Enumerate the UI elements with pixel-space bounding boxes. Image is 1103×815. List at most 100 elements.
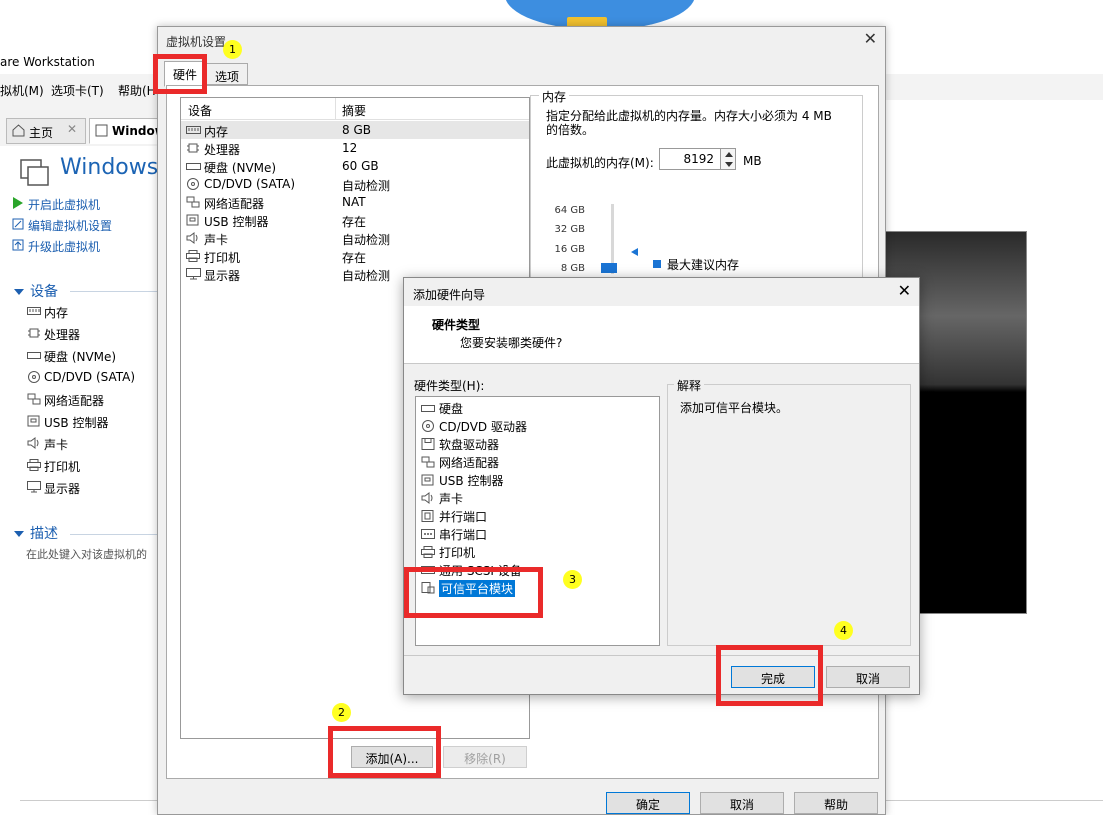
spin-down-icon[interactable] xyxy=(725,162,733,167)
usb-icon xyxy=(186,214,199,226)
row-device: 内存 xyxy=(204,125,229,139)
table-row[interactable]: 声卡 自动检测 xyxy=(181,229,529,247)
cd-icon xyxy=(187,178,199,190)
list-item-label: 软盘驱动器 xyxy=(439,438,500,452)
list-item-label: 串行端口 xyxy=(439,528,488,542)
memory-slider-thumb[interactable] xyxy=(601,263,617,273)
upgrade-icon xyxy=(12,239,24,251)
column-header-summary[interactable]: 摘要 xyxy=(342,102,366,119)
printer-icon xyxy=(27,459,41,471)
usb-icon xyxy=(421,474,434,486)
edit-icon xyxy=(12,218,24,230)
row-device: 网络适配器 xyxy=(204,197,265,211)
table-row[interactable]: 硬盘 (NVMe) 60 GB xyxy=(181,157,529,175)
list-item-label: 可信平台模块 xyxy=(439,580,516,597)
table-row[interactable]: CD/DVD (SATA) 自动检测 xyxy=(181,175,529,193)
home-icon xyxy=(12,124,25,137)
wizard-header-subtitle: 您要安装哪类硬件? xyxy=(460,336,563,350)
menu-vm[interactable]: 拟机(M) xyxy=(0,82,44,99)
explanation-group: 解释 添加可信平台模块。 xyxy=(667,377,911,646)
column-header-device[interactable]: 设备 xyxy=(188,102,212,119)
row-summary: 存在 xyxy=(342,251,367,265)
parallel-port-icon xyxy=(421,510,434,522)
row-summary: 60 GB xyxy=(342,159,379,173)
table-row[interactable]: USB 控制器 存在 xyxy=(181,211,529,229)
close-icon[interactable]: ✕ xyxy=(864,29,877,48)
row-summary: 自动检测 xyxy=(342,179,391,193)
display-icon xyxy=(27,481,41,493)
hardware-type-list[interactable]: 硬盘 CD/DVD 驱动器 软盘驱动器 网络适配器 USB 控制器 声卡 并行端… xyxy=(415,396,660,646)
wizard-cancel-button[interactable]: 取消 xyxy=(826,666,910,688)
help-button[interactable]: 帮助 xyxy=(794,792,878,814)
scale-label: 32 GB xyxy=(554,224,585,235)
list-item-label: USB 控制器 xyxy=(439,474,504,488)
sound-icon xyxy=(421,492,433,504)
table-row[interactable]: 处理器 12 xyxy=(181,139,529,157)
device-label: CD/DVD (SATA) xyxy=(44,370,136,384)
close-icon[interactable]: ✕ xyxy=(898,281,911,300)
row-device: 打印机 xyxy=(204,251,241,265)
spin-up-icon[interactable] xyxy=(725,152,733,157)
step-badge: 4 xyxy=(834,621,853,640)
memory-description: 指定分配给此虚拟机的内存量。内存大小必须为 4 MB 的倍数。 xyxy=(546,109,832,137)
row-device: 声卡 xyxy=(204,233,229,247)
max-recommended-label: 最大建议内存 xyxy=(667,258,740,272)
add-button[interactable]: 添加(A)... xyxy=(351,746,433,768)
ok-button[interactable]: 确定 xyxy=(606,792,690,814)
divider xyxy=(404,655,919,656)
finish-button[interactable]: 完成 xyxy=(731,666,815,688)
cancel-button[interactable]: 取消 xyxy=(700,792,784,814)
disk-icon xyxy=(421,405,435,412)
window-title-text: are Workstation xyxy=(0,55,95,69)
hardware-type-label: 硬件类型(H): xyxy=(414,379,485,393)
list-item-label: CD/DVD 驱动器 xyxy=(439,420,527,434)
edit-settings-command[interactable]: 编辑虚拟机设置 xyxy=(12,217,112,234)
disk-icon xyxy=(27,352,41,359)
remove-button[interactable]: 移除(R) xyxy=(443,746,527,768)
description-field[interactable]: 在此处键入对该虚拟机的 xyxy=(26,546,147,562)
cpu-icon xyxy=(187,143,199,153)
table-row[interactable]: 内存 8 GB xyxy=(181,121,529,139)
menu-help[interactable]: 帮助(H xyxy=(118,82,156,99)
list-item-label: 声卡 xyxy=(439,492,464,506)
memory-icon xyxy=(186,126,201,134)
divider xyxy=(70,291,157,292)
cpu-icon xyxy=(28,328,40,338)
sound-icon xyxy=(27,437,39,449)
tab-hardware[interactable]: 硬件 xyxy=(164,61,207,87)
row-device: 显示器 xyxy=(204,269,241,283)
column-separator xyxy=(335,98,336,120)
tab-home[interactable]: 主页 ✕ xyxy=(6,118,86,144)
table-row[interactable]: 网络适配器 NAT xyxy=(181,193,529,211)
vm-large-icon xyxy=(20,159,49,186)
table-row[interactable]: 打印机 存在 xyxy=(181,247,529,265)
network-icon xyxy=(27,393,41,405)
upgrade-command[interactable]: 升级此虚拟机 xyxy=(12,238,100,255)
row-summary: 8 GB xyxy=(342,123,371,137)
scale-label: 8 GB xyxy=(560,263,585,274)
memory-spinner[interactable] xyxy=(720,148,736,170)
usb-icon xyxy=(27,415,40,427)
tab-options[interactable]: 选项 xyxy=(206,63,249,85)
cd-icon xyxy=(422,420,434,432)
sound-icon xyxy=(186,232,198,244)
close-icon[interactable]: ✕ xyxy=(67,122,77,136)
printer-icon xyxy=(421,546,435,558)
disk-icon xyxy=(186,163,201,170)
description-header-label: 描述 xyxy=(30,526,58,542)
device-label: 内存 xyxy=(44,306,69,320)
device-label: 打印机 xyxy=(44,460,81,474)
power-on-command[interactable]: 开启此虚拟机 xyxy=(13,196,100,213)
explanation-text: 添加可信平台模块。 xyxy=(680,401,789,415)
description-section-header[interactable]: 描述 xyxy=(14,523,58,543)
devices-section-header[interactable]: 设备 xyxy=(14,281,58,301)
scale-label: 64 GB xyxy=(554,205,585,216)
menu-tabs[interactable]: 选项卡(T) xyxy=(51,82,104,99)
network-icon xyxy=(186,196,200,208)
row-device: 硬盘 (NVMe) xyxy=(204,161,277,175)
row-device: CD/DVD (SATA) xyxy=(204,177,296,191)
device-label: 硬盘 (NVMe) xyxy=(44,350,117,364)
network-icon xyxy=(421,456,435,468)
floppy-icon xyxy=(421,438,435,450)
memory-input[interactable]: 8192 xyxy=(659,148,721,170)
